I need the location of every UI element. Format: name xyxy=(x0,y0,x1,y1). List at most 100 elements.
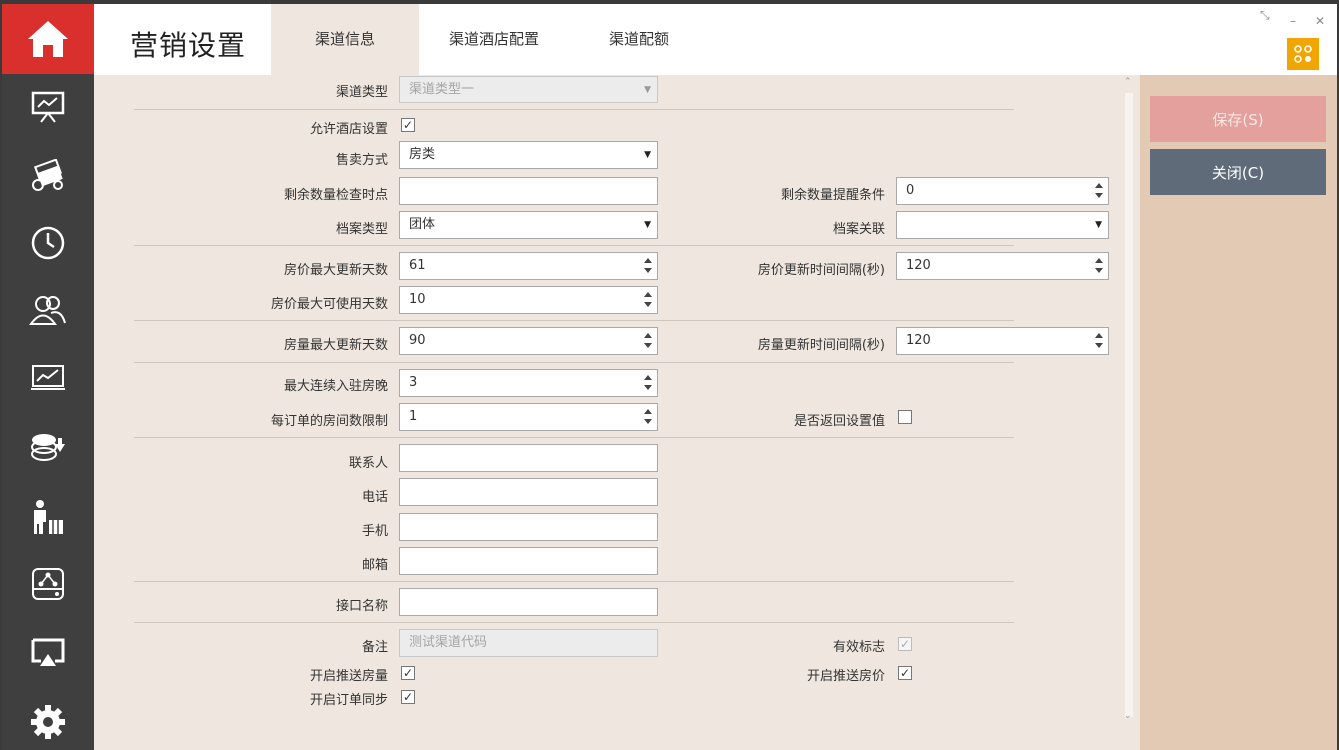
profile-link-select[interactable]: ▼ xyxy=(896,211,1109,239)
close-window-icon[interactable]: ✕ xyxy=(1315,14,1325,28)
tab-channel-info[interactable]: 渠道信息 xyxy=(271,4,419,75)
clock-icon xyxy=(31,226,65,260)
save-button[interactable]: 保存(S) xyxy=(1150,96,1326,142)
restore-icon[interactable]: ⤡ xyxy=(1260,8,1270,23)
sale-mode-label: 售卖方式 xyxy=(335,153,388,168)
valid-flag-label: 有效标志 xyxy=(832,640,885,655)
contact-input[interactable] xyxy=(399,444,658,472)
nav-settings[interactable] xyxy=(2,694,94,750)
vertical-scrollbar[interactable]: ⌃ ⌄ xyxy=(1123,77,1135,724)
home-button[interactable] xyxy=(2,4,94,74)
divider xyxy=(134,109,1014,110)
phone-input[interactable] xyxy=(399,478,658,506)
max-nights-stepper[interactable]: 3 xyxy=(399,369,658,397)
scroll-down-icon[interactable]: ⌄ xyxy=(1124,711,1132,721)
push-inventory-label: 开启推送房量 xyxy=(309,669,388,684)
allow-hotel-checkbox[interactable]: ✓ xyxy=(401,118,415,132)
inv-interval-stepper[interactable]: 120 xyxy=(896,327,1109,355)
mobile-label: 手机 xyxy=(361,524,388,539)
coins-icon xyxy=(31,434,65,461)
nav-finance[interactable] xyxy=(2,148,94,204)
spinner-icon[interactable] xyxy=(1095,183,1103,199)
channel-info-form: 渠道类型 渠道类型一 ▼ 允许酒店设置 ✓ 售卖方式 房类 ▼ 剩余数量检查时点 剩… xyxy=(94,75,1140,750)
minimize-icon[interactable]: – xyxy=(1290,14,1296,28)
return-setting-label: 是否返回设置值 xyxy=(793,414,885,429)
divider xyxy=(134,245,1014,246)
tab-channel-hotel-config[interactable]: 渠道酒店配置 xyxy=(424,4,564,75)
rate-interval-label: 房价更新时间间隔(秒) xyxy=(757,263,885,278)
max-nights-label: 最大连续入驻房晚 xyxy=(283,379,388,394)
scroll-up-icon[interactable]: ⌃ xyxy=(1124,77,1132,87)
page-title: 营销设置 xyxy=(130,29,247,62)
email-label: 邮箱 xyxy=(361,558,388,573)
screen-cast-icon xyxy=(31,638,65,666)
app-switch-button[interactable] xyxy=(1287,38,1319,70)
rate-interval-stepper[interactable]: 120 xyxy=(896,252,1109,280)
rate-usable-days-stepper[interactable]: 10 xyxy=(399,286,658,314)
inv-max-days-stepper[interactable]: 90 xyxy=(399,327,658,355)
remark-input: 测试渠道代码 xyxy=(399,629,658,657)
profile-link-label: 档案关联 xyxy=(832,222,885,237)
push-rate-label: 开启推送房价 xyxy=(806,669,885,684)
divider xyxy=(134,437,1014,438)
divider xyxy=(134,622,1014,623)
profile-type-select[interactable]: 团体 ▼ xyxy=(399,211,658,239)
push-rate-checkbox[interactable]: ✓ xyxy=(898,666,912,680)
profile-type-label: 档案类型 xyxy=(335,222,388,237)
scrollbar-thumb[interactable] xyxy=(1125,93,1133,717)
rate-usable-days-label: 房价最大可使用天数 xyxy=(270,297,388,312)
spinner-icon[interactable] xyxy=(1095,333,1103,349)
nav-users[interactable] xyxy=(2,282,94,338)
header: 营销设置 渠道信息 渠道酒店配置 渠道配额 ⤡ – ✕ xyxy=(94,4,1337,75)
sale-mode-select[interactable]: 房类 ▼ xyxy=(399,141,658,169)
nav-guest[interactable] xyxy=(2,489,94,545)
nav-coins[interactable] xyxy=(2,418,94,474)
contact-label: 联系人 xyxy=(348,456,388,471)
home-icon xyxy=(28,21,68,57)
inv-interval-label: 房量更新时间间隔(秒) xyxy=(757,338,885,353)
channel-type-label: 渠道类型 xyxy=(335,85,388,100)
nav-clock[interactable] xyxy=(2,215,94,271)
spinner-icon[interactable] xyxy=(644,333,652,349)
divider xyxy=(134,362,1014,363)
money-icon xyxy=(32,159,63,191)
rate-max-days-label: 房价最大更新天数 xyxy=(283,263,388,278)
nav-network[interactable] xyxy=(2,556,94,612)
return-setting-checkbox[interactable] xyxy=(898,410,912,424)
spinner-icon[interactable] xyxy=(644,292,652,308)
sidebar xyxy=(2,4,94,750)
spinner-icon[interactable] xyxy=(644,258,652,274)
push-inventory-checkbox[interactable]: ✓ xyxy=(401,666,415,680)
rooms-per-order-stepper[interactable]: 1 xyxy=(399,403,658,431)
remain-alert-stepper[interactable]: 0 xyxy=(896,177,1109,205)
nav-presentation[interactable] xyxy=(2,79,94,135)
presentation-icon xyxy=(31,91,65,123)
remark-label: 备注 xyxy=(361,640,388,655)
spinner-icon[interactable] xyxy=(644,375,652,391)
app-grid-icon xyxy=(1294,45,1312,63)
chart-icon xyxy=(31,365,65,390)
nav-screen[interactable] xyxy=(2,625,94,681)
app-window: 营销设置 渠道信息 渠道酒店配置 渠道配额 ⤡ – ✕ 渠道类型 渠道类型一 ▼ … xyxy=(0,0,1339,750)
network-icon xyxy=(32,568,64,600)
action-panel: 保存(S) 关闭(C) xyxy=(1140,75,1337,750)
spinner-icon[interactable] xyxy=(1095,258,1103,274)
valid-flag-checkbox: ✓ xyxy=(898,637,912,651)
mobile-input[interactable] xyxy=(399,513,658,541)
order-sync-checkbox[interactable]: ✓ xyxy=(401,690,415,704)
order-sync-label: 开启订单同步 xyxy=(309,693,388,708)
chevron-down-icon: ▼ xyxy=(644,85,651,95)
chevron-down-icon: ▼ xyxy=(1095,220,1102,230)
gear-icon xyxy=(31,705,65,739)
remain-check-input[interactable] xyxy=(399,177,658,205)
spinner-icon[interactable] xyxy=(644,409,652,425)
rooms-per-order-label: 每订单的房间数限制 xyxy=(270,414,388,429)
person-luggage-icon xyxy=(34,500,63,534)
tab-channel-quota[interactable]: 渠道配额 xyxy=(584,4,694,75)
rate-max-days-stepper[interactable]: 61 xyxy=(399,252,658,280)
users-icon xyxy=(29,296,66,325)
interface-input[interactable] xyxy=(399,588,658,616)
close-button[interactable]: 关闭(C) xyxy=(1150,149,1326,195)
nav-chart[interactable] xyxy=(2,349,94,405)
email-input[interactable] xyxy=(399,547,658,575)
